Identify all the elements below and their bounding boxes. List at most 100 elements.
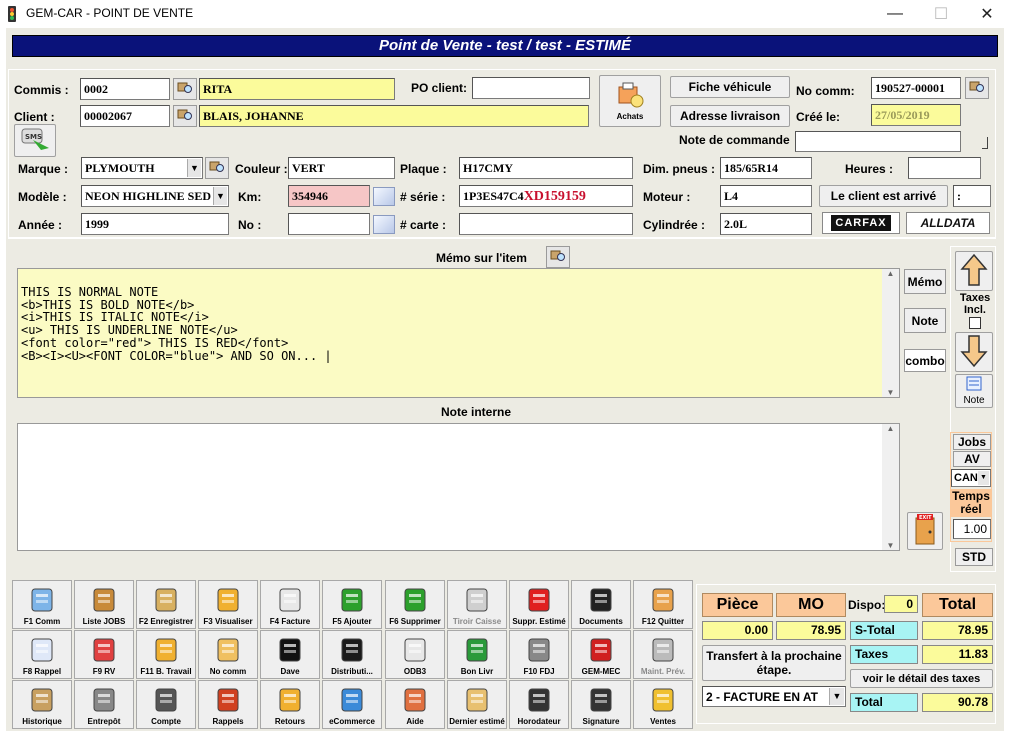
maximize-button[interactable]: ☐ xyxy=(918,0,964,28)
no-picker-button[interactable] xyxy=(373,215,395,234)
suppr-estime-button[interactable]: Suppr. Estimé xyxy=(509,580,569,629)
f10-fdj-button[interactable]: F10 FDJ xyxy=(509,630,569,679)
nocomm-search-button[interactable] xyxy=(965,77,989,99)
client-arrive-button[interactable]: Le client est arrivé xyxy=(819,185,948,207)
sms-icon: SMS xyxy=(19,126,51,155)
move-up-button[interactable] xyxy=(955,251,993,291)
f5-ajouter-button[interactable]: F5 Ajouter xyxy=(322,580,382,629)
commis-name-field[interactable]: RITA xyxy=(199,78,395,100)
gem-mec-button[interactable]: GEM-MEC xyxy=(571,630,631,679)
av-button[interactable]: AV xyxy=(953,451,991,467)
currency-select[interactable]: CAN ▼ xyxy=(951,469,991,487)
f9-rv-button[interactable]: F9 RV xyxy=(74,630,134,679)
modele-select[interactable]: NEON HIGHLINE SED ▼ xyxy=(81,185,229,207)
f3-visualiser-button[interactable]: F3 Visualiser xyxy=(198,580,258,629)
client-name-field[interactable]: BLAIS, JOHANNE xyxy=(199,105,589,127)
commis-label: Commis : xyxy=(14,83,69,97)
memo-scrollbar[interactable]: ▲ ▼ xyxy=(882,269,899,397)
dave-button[interactable]: Dave xyxy=(260,630,320,679)
ecommerce-button[interactable]: eCommerce xyxy=(322,680,382,729)
retours-button[interactable]: Retours xyxy=(260,680,320,729)
no-comm-button[interactable]: No comm xyxy=(198,630,258,679)
taxes-incl-checkbox[interactable] xyxy=(969,317,981,329)
aide-button[interactable]: Aide xyxy=(385,680,445,729)
cylindree-field[interactable]: 2.0L xyxy=(720,213,812,235)
f12-quitter-button[interactable]: F12 Quitter xyxy=(633,580,693,629)
temps-value-field[interactable]: 1.00 xyxy=(953,519,991,539)
achats-button[interactable]: Achats xyxy=(599,75,661,127)
horodateur-button[interactable]: Horodateur xyxy=(509,680,569,729)
arrive-time-field[interactable]: : xyxy=(953,185,991,207)
client-search-button[interactable] xyxy=(173,105,197,127)
carfax-logo: CARFAX xyxy=(831,215,891,231)
compte-button[interactable]: Compte xyxy=(136,680,196,729)
serie-field[interactable]: 1P3ES47C4XD159159 xyxy=(459,185,633,207)
entrepot-button[interactable]: Entrepôt xyxy=(74,680,134,729)
fiche-vehicule-button[interactable]: Fiche véhicule xyxy=(670,76,790,98)
carte-field[interactable] xyxy=(459,213,633,235)
documents-button[interactable]: Documents xyxy=(571,580,631,629)
note-interne-scrollbar[interactable]: ▲ ▼ xyxy=(882,424,899,550)
moteur-field[interactable]: L4 xyxy=(720,185,812,207)
liste-jobs-button[interactable]: Liste JOBS xyxy=(74,580,134,629)
scroll-down-icon: ▼ xyxy=(886,541,895,550)
alldata-button[interactable]: ALLDATA xyxy=(906,212,990,234)
nocomm-field[interactable]: 190527-00001 xyxy=(871,77,961,99)
bon-livr-button[interactable]: Bon Livr xyxy=(447,630,507,679)
combo-button[interactable]: combo xyxy=(904,349,946,372)
signature-button[interactable]: Signature xyxy=(571,680,631,729)
maint-prev-button[interactable]: Maint. Prév. xyxy=(633,630,693,679)
no-field[interactable] xyxy=(288,213,370,235)
pneus-field[interactable]: 185/65R14 xyxy=(720,157,812,179)
move-down-button[interactable] xyxy=(955,332,993,372)
marque-select[interactable]: PLYMOUTH ▼ xyxy=(81,157,203,179)
exit-door-button[interactable]: EXIT xyxy=(907,512,943,550)
piece-header: Pièce xyxy=(702,593,773,617)
client-code-field[interactable]: 00002067 xyxy=(80,105,170,127)
memo-button[interactable]: Mémo xyxy=(904,269,946,294)
note-button[interactable]: Note xyxy=(904,308,946,333)
detail-taxes-button[interactable]: voir le détail des taxes xyxy=(850,669,993,688)
f2-enregistrer-button[interactable]: F2 Enregistrer xyxy=(136,580,196,629)
rappels-button[interactable]: Rappels xyxy=(198,680,258,729)
dernier-estime-button[interactable]: Dernier estimé xyxy=(447,680,507,729)
f6-supprimer-button[interactable]: F6 Supprimer xyxy=(385,580,445,629)
commis-search-button[interactable] xyxy=(173,78,197,100)
carfax-button[interactable]: CARFAX xyxy=(822,212,900,234)
resize-handle[interactable] xyxy=(982,137,988,149)
commis-code-field[interactable]: 0002 xyxy=(80,78,170,100)
side-note-button[interactable]: Note xyxy=(955,374,993,408)
scroll-down-icon: ▼ xyxy=(886,388,895,397)
couleur-field[interactable]: VERT xyxy=(288,157,395,179)
f8-rappel-button[interactable]: F8 Rappel xyxy=(12,630,72,679)
annee-field[interactable]: 1999 xyxy=(81,213,229,235)
sms-button[interactable]: SMS xyxy=(14,124,56,157)
f11-b-travail-button[interactable]: F11 B. Travail xyxy=(136,630,196,679)
ventes-button[interactable]: Ventes xyxy=(633,680,693,729)
f4-facture-button[interactable]: F4 Facture xyxy=(260,580,320,629)
tiroir-caisse-button[interactable]: Tiroir Caisse xyxy=(447,580,507,629)
note-interne-editor[interactable]: ▲ ▼ xyxy=(17,423,900,551)
note-commande-field[interactable] xyxy=(795,131,961,152)
heures-field[interactable] xyxy=(908,157,981,179)
memo-search-button[interactable] xyxy=(546,246,570,268)
km-picker-button[interactable] xyxy=(373,187,395,206)
close-button[interactable]: ✕ xyxy=(964,0,1010,28)
jobs-button[interactable]: Jobs xyxy=(953,434,991,450)
po-field[interactable] xyxy=(472,77,590,99)
maint-prev-label: Maint. Prév. xyxy=(640,667,686,676)
std-button[interactable]: STD xyxy=(955,548,993,566)
odb3-button[interactable]: ODB3 xyxy=(385,630,445,679)
etape-select[interactable]: 2 - FACTURE EN AT ▼ xyxy=(702,686,846,707)
distributi-button[interactable]: Distributi... xyxy=(322,630,382,679)
historique-button[interactable]: Historique xyxy=(12,680,72,729)
transfert-button[interactable]: Transfert à la prochaine étape. xyxy=(702,645,846,681)
mo-header: MO xyxy=(776,593,846,617)
memo-editor[interactable]: THIS IS NORMAL NOTE <b>THIS IS BOLD NOTE… xyxy=(17,268,900,398)
plaque-field[interactable]: H17CMY xyxy=(459,157,633,179)
km-field[interactable]: 354946 xyxy=(288,185,370,207)
minimize-button[interactable]: — xyxy=(872,0,918,28)
adresse-livraison-button[interactable]: Adresse livraison xyxy=(670,105,790,127)
marque-search-button[interactable] xyxy=(205,157,229,179)
f1-comm-button[interactable]: F1 Comm xyxy=(12,580,72,629)
